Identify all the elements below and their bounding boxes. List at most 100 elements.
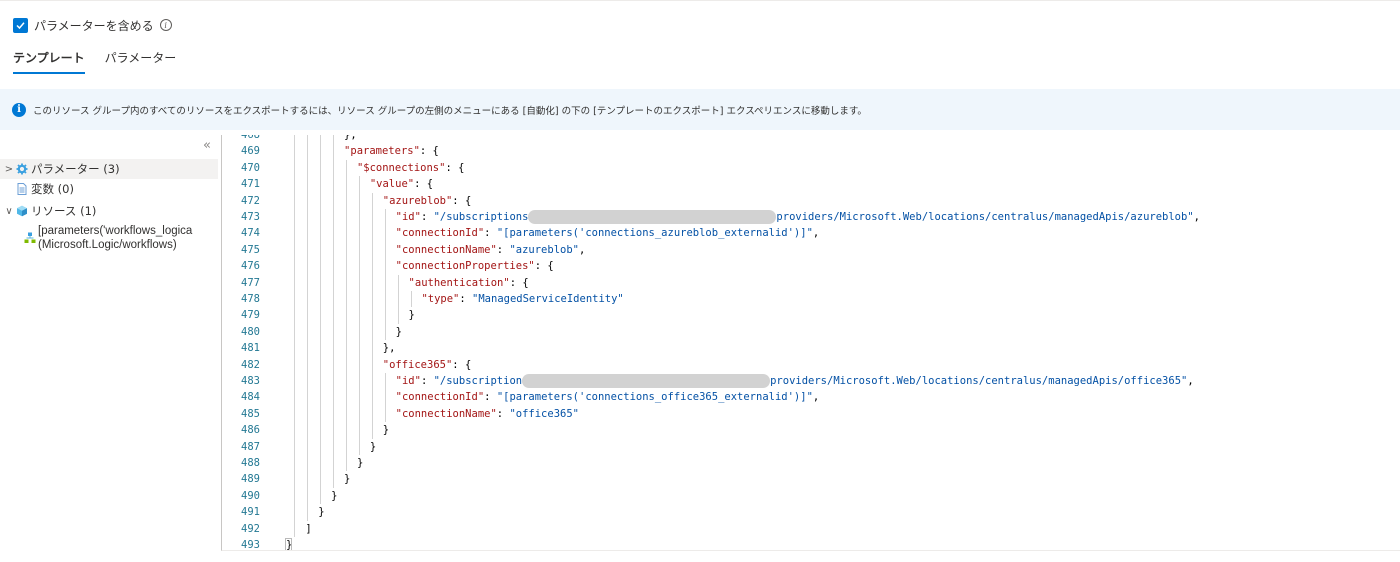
code-text: "office365": { — [383, 357, 472, 373]
code-line: 469 "parameters": { — [222, 143, 1400, 159]
tab-parameters[interactable]: パラメーター — [105, 50, 177, 74]
code-line: 478 "type": "ManagedServiceIdentity" — [222, 291, 1400, 307]
json-punct: : { — [509, 276, 529, 289]
code-line: 473 "id": "/subscriptions providers/Micros… — [222, 209, 1400, 225]
json-punct: } — [331, 489, 338, 502]
include-parameters-row: パラメーターを含める i — [13, 16, 172, 34]
tree-item-label: リソース (1) — [31, 204, 97, 218]
json-string: "/subscriptions — [433, 211, 529, 223]
line-number: 488 — [241, 457, 260, 469]
json-punct: }, — [382, 342, 396, 355]
code-text: "connectionId": "[parameters('connection… — [396, 225, 820, 241]
line-number: 475 — [241, 243, 260, 256]
json-punct: , — [1187, 375, 1194, 387]
line-number: 484 — [241, 391, 260, 404]
json-punct: , — [1193, 211, 1200, 223]
line-number: 492 — [241, 522, 260, 535]
document-icon — [17, 183, 27, 195]
json-punct: : { — [445, 161, 465, 174]
code-text: } — [331, 488, 337, 504]
code-line: 491} — [222, 504, 1400, 520]
json-string: "/subscription — [433, 375, 523, 387]
code-line: 483 "id": "/subscription providers/Microso… — [222, 373, 1400, 389]
code-line: 480} — [222, 324, 1400, 340]
chevron-right-icon[interactable]: > — [4, 164, 14, 175]
code-text: "connectionName": "azureblob", — [396, 242, 586, 258]
json-key: "authentication" — [408, 276, 510, 289]
json-punct: } — [369, 440, 377, 453]
json-key: "type" — [421, 293, 460, 305]
json-key: "azureblob" — [382, 194, 453, 207]
code-line: 482 "office365": { — [222, 357, 1400, 373]
info-circle-icon: i — [12, 102, 26, 117]
json-key: "connectionName" — [395, 407, 497, 420]
json-punct: } — [395, 325, 402, 338]
code-editor[interactable]: 468}, 469 "parameters": {470 "$connections"… — [221, 135, 1400, 551]
line-number: 469 — [241, 145, 260, 158]
code-line: 489} — [222, 471, 1400, 487]
json-punct: , — [812, 227, 820, 240]
tab-template[interactable]: テンプレート — [13, 50, 85, 74]
include-parameters-label[interactable]: パラメーターを含める — [34, 17, 154, 34]
text-cursor — [285, 538, 292, 550]
code-text: "id": "/subscription providers/Microsoft.… — [396, 373, 1194, 389]
json-key: "parameters" — [344, 145, 420, 158]
code-text: } — [383, 422, 389, 438]
code-text: "type": "ManagedServiceIdentity" — [421, 291, 623, 307]
json-key: "id" — [395, 211, 421, 223]
code-text: "id": "/subscriptions providers/Microsoft… — [396, 209, 1200, 225]
line-number: 483 — [241, 375, 260, 387]
json-punct: : { — [452, 358, 472, 371]
json-punct: : { — [534, 260, 554, 273]
json-punct: : — [484, 391, 497, 404]
line-number: 479 — [241, 309, 260, 322]
code-text: "connectionId": "[parameters('connection… — [396, 389, 820, 405]
code-line: 471 "value": { — [222, 176, 1400, 192]
gear-icon — [16, 163, 28, 175]
tree-item-resources[interactable]: ∨ リソース (1) — [0, 201, 218, 221]
json-punct: ] — [305, 522, 312, 535]
json-punct: : — [420, 375, 434, 387]
code-line: 487} — [222, 439, 1400, 455]
code-line: 468}, — [222, 135, 1400, 143]
code-line: 475 "connectionName": "azureblob", — [222, 242, 1400, 258]
json-string: "[parameters('connections_azureblob_exte… — [496, 227, 813, 240]
tree-item-variables[interactable]: 変数 (0) — [0, 179, 218, 199]
tree-item-workflow[interactable]: [parameters('workflows_logica (Microsoft… — [38, 224, 192, 252]
code-text: }, — [383, 340, 396, 356]
code-text: } — [344, 471, 350, 487]
tree-item-parameters[interactable]: > パラメーター (3) — [0, 159, 218, 179]
code-text: } — [396, 324, 402, 340]
json-punct: } — [318, 506, 325, 519]
include-parameters-checkbox[interactable] — [13, 17, 28, 33]
json-key: "connectionProperties" — [395, 260, 535, 273]
collapse-pane-icon[interactable]: « — [203, 138, 211, 153]
code-line: 488} — [222, 455, 1400, 471]
tab-bar: テンプレート パラメーター — [13, 50, 196, 74]
code-text: "parameters": { — [344, 143, 439, 159]
info-banner: i このリソース グループ内のすべてのリソースをエクスポートするには、リソース … — [0, 89, 1400, 130]
code-text: }, — [344, 135, 357, 143]
chevron-down-icon[interactable]: ∨ — [4, 206, 14, 217]
line-number: 471 — [241, 178, 260, 191]
info-icon[interactable]: i — [159, 19, 172, 31]
json-punct: } — [356, 457, 364, 469]
json-punct: , — [579, 243, 586, 256]
json-punct: } — [344, 473, 351, 486]
code-line: 484 "connectionId": "[parameters('connect… — [222, 389, 1400, 405]
json-punct: : — [496, 243, 510, 256]
line-number: 468 — [241, 135, 260, 141]
json-key: "office365" — [382, 358, 453, 371]
json-punct: }, — [344, 135, 357, 141]
redacted-value — [528, 210, 777, 224]
json-string: "azureblob" — [509, 243, 579, 256]
checkmark-icon — [16, 21, 25, 29]
code-line: 486} — [222, 422, 1400, 438]
line-number: 487 — [241, 440, 260, 453]
line-number: 486 — [241, 424, 260, 437]
code-line: 490} — [222, 488, 1400, 504]
json-key: "connectionId" — [395, 227, 485, 240]
line-number: 493 — [241, 539, 260, 551]
json-punct: : — [484, 227, 497, 240]
code-text: "authentication": { — [409, 275, 529, 291]
